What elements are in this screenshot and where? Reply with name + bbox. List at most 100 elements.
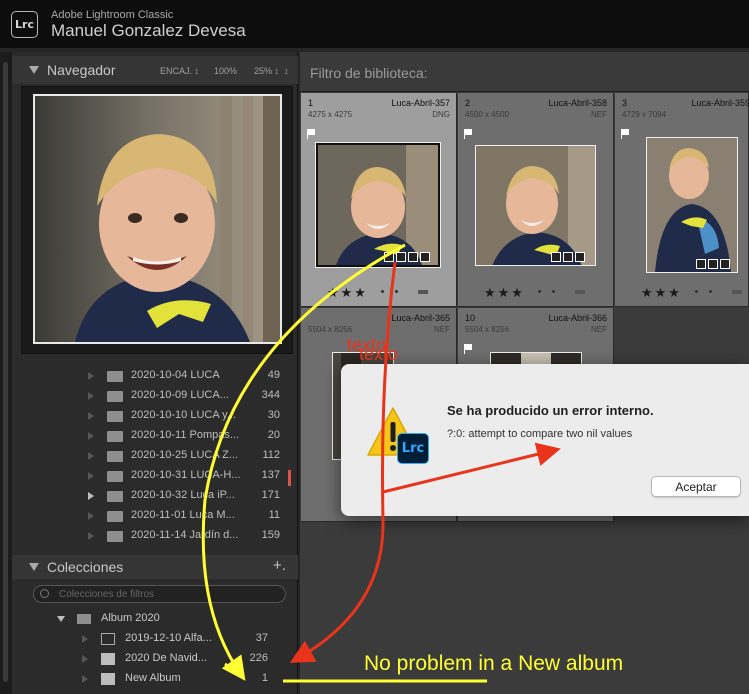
rating-dot[interactable] [381,290,384,293]
color-label-icon[interactable] [418,290,428,294]
flag-icon[interactable] [464,129,473,139]
crop-badge-icon[interactable] [563,252,573,262]
collection-icon [101,653,115,665]
crop-badge-icon[interactable] [408,252,418,262]
rating-dot[interactable] [695,290,698,293]
collections-search-input[interactable] [59,587,269,601]
folder-name: 2020-10-32 Luca iP... [131,489,235,501]
navigator-zoom-25[interactable]: 25% ↕ [254,66,279,76]
folder-scroll-marker [288,470,291,486]
color-label-icon[interactable] [732,290,742,294]
collection-name: 2019-12-10 Alfa... [125,632,212,644]
collection-item[interactable]: 2019-12-10 Alfa... 37 [24,629,292,649]
folder-row[interactable]: 2020-10-32 Luca iP... 171 [24,486,292,506]
expand-triangle-icon[interactable] [82,655,88,663]
folder-name: 2020-11-01 Luca M... [131,509,235,521]
folder-row[interactable]: 2020-11-01 Luca M... 11 [24,506,292,526]
expand-triangle-icon[interactable] [88,452,94,460]
rating-dot[interactable] [538,290,541,293]
folder-name: 2020-10-04 LUCA [131,369,220,381]
cell-index: 1 [308,98,314,108]
identity-plate-user: Manuel Gonzalez Devesa [51,21,246,40]
flag-icon[interactable] [464,344,473,354]
expand-triangle-icon[interactable] [82,635,88,643]
expand-triangle-icon[interactable] [82,675,88,683]
collection-item[interactable]: New Album 1 [24,669,292,689]
rating-dot[interactable] [395,290,398,293]
folder-icon [107,391,123,402]
expand-triangle-icon[interactable] [88,412,94,420]
collection-name: Album 2020 [101,612,160,624]
rating-dot[interactable] [709,290,712,293]
expand-triangle-icon[interactable] [88,532,94,540]
expand-triangle-icon[interactable] [88,512,94,520]
folder-row[interactable]: 2020-10-09 LUCA... 344 [24,386,292,406]
folder-count: 30 [267,409,280,421]
dialog-message: ?:0: attempt to compare two nil values [447,428,633,440]
thumbnail-badges[interactable] [696,259,730,269]
navigator-fit-option[interactable]: ENCAJ. ↕ [160,66,199,76]
flag-icon[interactable] [307,129,316,139]
thumbnail-badges[interactable] [384,252,430,262]
folder-row[interactable]: 2020-10-11 Pompas... 20 [24,426,292,446]
collection-item[interactable]: 2020 De Navid... 226 [24,649,292,669]
app-logo-icon: Lrc [11,11,38,38]
keyword-badge-icon[interactable] [551,252,561,262]
child-thumbnail-image [476,146,595,265]
develop-badge-icon[interactable] [575,252,585,262]
expand-triangle-icon[interactable] [88,472,94,480]
rating-dot[interactable] [552,290,555,293]
collections-search[interactable] [33,585,286,603]
thumbnail-2[interactable] [475,145,596,266]
collapse-triangle-icon[interactable] [29,563,39,571]
star-rating[interactable]: ★★★ [641,285,682,301]
navigator-zoom-100[interactable]: 100% [214,66,237,76]
folder-row[interactable]: 2020-10-25 LUCA Z... 112 [24,446,292,466]
collection-icon [101,673,115,685]
add-collection-button[interactable]: +. [273,557,286,574]
cell-extension: NEF [591,110,607,119]
folder-row[interactable]: 2020-11-14 Jardín d... 159 [24,526,292,546]
develop-badge-icon[interactable] [720,259,730,269]
expand-triangle-icon[interactable] [88,492,94,500]
left-panel-scrollbar[interactable] [3,62,8,682]
crop-badge-icon[interactable] [708,259,718,269]
collection-badge-icon[interactable] [396,252,406,262]
folder-name: 2020-10-31 LUCA-H... [131,469,241,481]
thumbnail-badges[interactable] [551,252,585,262]
develop-badge-icon[interactable] [420,252,430,262]
thumbnail-1[interactable] [315,142,441,268]
thumbnail-3[interactable] [646,137,738,273]
navigator-photo[interactable] [33,94,282,344]
folder-count: 137 [261,469,280,481]
star-rating[interactable]: ★★★ [327,285,368,301]
expand-triangle-icon[interactable] [88,372,94,380]
folder-row[interactable]: 2020-10-04 LUCA 49 [24,366,292,386]
collapse-triangle-icon[interactable] [29,66,39,74]
expand-triangle-icon[interactable] [88,392,94,400]
folder-row[interactable]: 2020-10-10 LUCA y... 30 [24,406,292,426]
cell-dimensions: 4275 x 4275 [308,110,353,119]
folder-count: 11 [268,509,280,521]
cell-dimensions: 5504 x 8256 [308,325,353,334]
cell-extension: DNG [432,110,450,119]
navigator-zoom-menu[interactable]: ↕ [284,66,289,76]
keyword-badge-icon[interactable] [696,259,706,269]
ok-button[interactable]: Aceptar [651,476,741,497]
flag-icon[interactable] [621,129,630,139]
folder-row[interactable]: 2020-10-31 LUCA-H... 137 [24,466,292,486]
folder-name: 2020-10-11 Pompas... [131,429,240,441]
collection-set-album-2020[interactable]: Album 2020 [24,609,292,629]
navigator-title: Navegador [47,62,116,78]
collection-count: 37 [255,632,268,644]
keyword-badge-icon[interactable] [384,252,394,262]
star-rating[interactable]: ★★★ [484,285,525,301]
expand-triangle-icon[interactable] [88,432,94,440]
folder-icon [107,491,123,502]
color-label-icon[interactable] [575,290,585,294]
cell-dimensions: 4729 x 7094 [622,110,667,119]
expand-triangle-icon[interactable] [57,616,65,622]
collection-name: 2020 De Navid... [125,652,207,664]
cell-index: 3 [622,98,628,108]
cell-filename: Luca-Abril-358 [548,98,607,108]
